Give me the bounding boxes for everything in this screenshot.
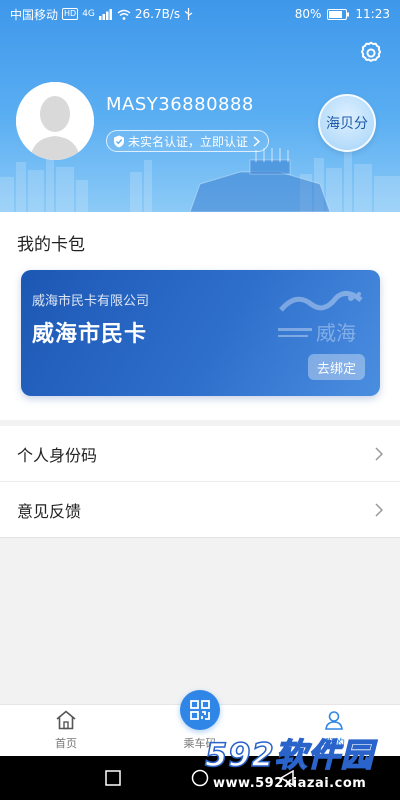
system-nav-bar — [0, 756, 400, 800]
ride-code-scan-button[interactable] — [180, 690, 220, 730]
home-icon — [55, 710, 77, 733]
user-icon — [324, 710, 344, 733]
points-label: 海贝分 — [326, 116, 368, 132]
home-system-button[interactable] — [191, 769, 209, 787]
chevron-right-icon — [375, 446, 383, 461]
battery-icon — [327, 8, 350, 20]
nav-ride-label: 乘车码 — [183, 737, 217, 750]
card-company: 威海市民卡有限公司 — [32, 294, 150, 309]
qr-code-icon — [190, 700, 210, 720]
wifi-icon — [117, 9, 131, 20]
settings-button[interactable] — [358, 40, 384, 66]
clock: 11:23 — [355, 7, 390, 21]
menu-item-identity-code[interactable]: 个人身份码 — [0, 426, 400, 482]
nav-mine-label: 我的 — [323, 737, 345, 750]
recent-apps-button[interactable] — [105, 770, 121, 786]
settings-menu: 个人身份码 意见反馈 — [0, 426, 400, 538]
default-avatar-icon — [16, 82, 94, 160]
nav-mine[interactable]: 我的 — [294, 705, 374, 757]
network-speed: 26.7B/s — [134, 7, 181, 21]
verify-identity-button[interactable]: 未实名认证，立即认证 — [106, 130, 270, 152]
card-logo-text: 威海 — [316, 321, 356, 345]
menu-item-label: 意见反馈 — [17, 501, 82, 521]
bind-card-button[interactable]: 去绑定 — [308, 354, 366, 380]
shield-check-icon — [113, 135, 125, 148]
card-wallet-section: 我的卡包 威海 威海市民卡有限公司 威海市民卡 去绑定 — [0, 212, 400, 420]
chevron-right-icon — [253, 135, 261, 147]
profile-header: 中国移动 HD 4G 26.7B/s 80% 11:23 MASY3688088… — [0, 0, 400, 212]
usb-icon — [184, 8, 193, 20]
menu-item-feedback[interactable]: 意见反馈 — [0, 482, 400, 538]
points-button[interactable]: 海贝分 — [318, 94, 376, 152]
username: MASY36880888 — [106, 94, 254, 115]
carrier-name: 中国移动 — [10, 7, 59, 22]
gear-icon — [360, 41, 382, 62]
weihai-logo-watermark: 威海 — [278, 291, 363, 345]
signal-icon — [98, 8, 113, 20]
avatar[interactable] — [16, 82, 94, 160]
network-type: 4G — [82, 9, 95, 19]
battery-percent: 80% — [294, 7, 322, 21]
citizen-card[interactable]: 威海 威海市民卡有限公司 威海市民卡 去绑定 — [21, 270, 380, 396]
status-bar: 中国移动 HD 4G 26.7B/s 80% 11:23 — [0, 0, 400, 28]
section-title: 我的卡包 — [17, 235, 85, 255]
chevron-right-icon — [375, 502, 383, 517]
verify-text: 未实名认证，立即认证 — [128, 134, 249, 149]
nav-home[interactable]: 首页 — [26, 705, 106, 757]
card-name: 威海市民卡 — [32, 322, 148, 347]
hd-badge: HD — [62, 8, 79, 20]
back-system-button[interactable] — [279, 770, 295, 786]
nav-home-label: 首页 — [55, 737, 77, 750]
menu-item-label: 个人身份码 — [17, 445, 98, 465]
